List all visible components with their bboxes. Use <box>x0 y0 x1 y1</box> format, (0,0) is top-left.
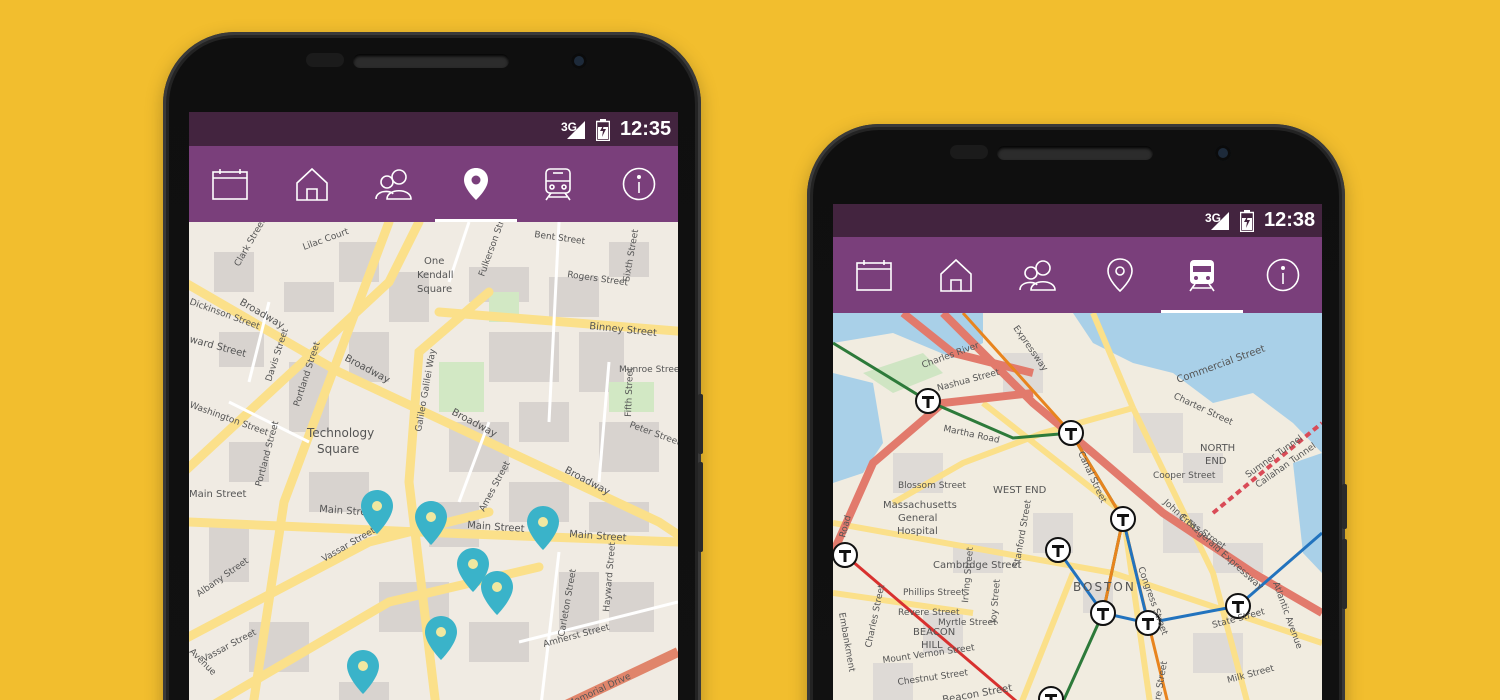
power-button[interactable] <box>1342 484 1347 529</box>
map-label: Hospital <box>897 526 938 537</box>
map-label: Square <box>417 284 452 295</box>
map-label: One <box>424 256 444 267</box>
t-station-icon[interactable] <box>1090 600 1116 626</box>
home-icon <box>940 258 972 292</box>
nav-tab-map[interactable] <box>1079 237 1161 313</box>
status-bar: 3G 12:35 <box>189 112 678 146</box>
map-label: BEACON <box>913 627 955 638</box>
calendar-icon <box>212 169 248 200</box>
map-pin-icon <box>464 168 488 200</box>
map-label: General <box>898 513 937 524</box>
map-label: NORTH <box>1200 443 1235 454</box>
map-label: Massachusetts <box>883 500 957 511</box>
phone-left: 3G 12:35 Lilac Court Bent Street One Ken… <box>163 32 703 700</box>
nav-tab-schedule[interactable] <box>833 237 915 313</box>
signal-icon <box>1211 212 1229 230</box>
train-icon <box>1189 260 1215 292</box>
proximity-sensor <box>306 53 344 67</box>
map-label: Kendall <box>417 270 454 281</box>
screen: 3G 12:38 Charles River Nashua Street Mar… <box>833 204 1322 700</box>
t-station-icon[interactable] <box>1045 537 1071 563</box>
earpiece-speaker <box>997 146 1153 160</box>
transit-map[interactable]: Charles River Nashua Street Martha Road … <box>833 313 1322 700</box>
nav-tab-map[interactable] <box>435 146 517 222</box>
nav-tab-info[interactable] <box>1243 237 1322 313</box>
map-label: BOSTON <box>1073 580 1136 594</box>
map-label: Fifth Street <box>624 367 636 417</box>
home-icon <box>296 167 328 201</box>
nav-tab-transit[interactable] <box>1161 237 1243 313</box>
people-icon <box>1019 260 1056 291</box>
clock: 12:38 <box>1264 209 1316 231</box>
nav-tab-home[interactable] <box>271 146 353 222</box>
nav-tab-people[interactable] <box>353 146 435 222</box>
signal-icon <box>567 121 585 139</box>
power-button[interactable] <box>698 394 703 454</box>
map-label: Revere Street <box>898 608 960 618</box>
clock: 12:35 <box>620 118 672 140</box>
map-label: WEST END <box>993 485 1047 496</box>
nav-bar <box>833 237 1322 313</box>
map-pin-icon <box>1107 258 1133 292</box>
campus-map[interactable]: Lilac Court Bent Street One Kendall Squa… <box>189 222 678 700</box>
nav-tab-info[interactable] <box>599 146 678 222</box>
front-camera <box>1215 145 1231 161</box>
map-canvas[interactable]: Lilac Court Bent Street One Kendall Squa… <box>189 222 678 700</box>
nav-tab-schedule[interactable] <box>189 146 271 222</box>
front-camera <box>571 53 587 69</box>
earpiece-speaker <box>353 54 509 68</box>
battery-icon <box>596 119 610 141</box>
calendar-icon <box>856 260 892 291</box>
map-label: Cooper Street <box>1153 471 1216 481</box>
map-canvas[interactable]: Charles River Nashua Street Martha Road … <box>833 313 1322 700</box>
info-icon <box>1266 258 1299 292</box>
map-label: Technology <box>306 426 374 440</box>
t-station-icon[interactable] <box>833 542 858 568</box>
nav-tab-people[interactable] <box>997 237 1079 313</box>
map-label: END <box>1205 456 1227 467</box>
nav-tab-home[interactable] <box>915 237 997 313</box>
screen: 3G 12:35 Lilac Court Bent Street One Ken… <box>189 112 678 700</box>
volume-button[interactable] <box>698 462 703 552</box>
status-bar: 3G 12:38 <box>833 204 1322 237</box>
volume-button[interactable] <box>1342 539 1347 609</box>
phone-right: 3G 12:38 Charles River Nashua Street Mar… <box>807 124 1347 700</box>
train-icon <box>545 168 571 201</box>
map-label: Main Street <box>189 489 247 500</box>
info-icon <box>622 167 655 201</box>
battery-icon <box>1240 210 1254 232</box>
map-label: Cambridge Street <box>933 560 1022 571</box>
map-label: Blossom Street <box>898 481 967 491</box>
nav-bar <box>189 146 678 222</box>
t-station-icon[interactable] <box>1110 506 1136 532</box>
people-icon <box>375 169 412 200</box>
map-label: Phillips Street <box>903 588 965 598</box>
nav-tab-transit[interactable] <box>517 146 599 222</box>
map-label: Square <box>317 442 359 456</box>
proximity-sensor <box>950 145 988 159</box>
t-station-icon[interactable] <box>915 388 941 414</box>
t-station-icon[interactable] <box>1058 420 1084 446</box>
